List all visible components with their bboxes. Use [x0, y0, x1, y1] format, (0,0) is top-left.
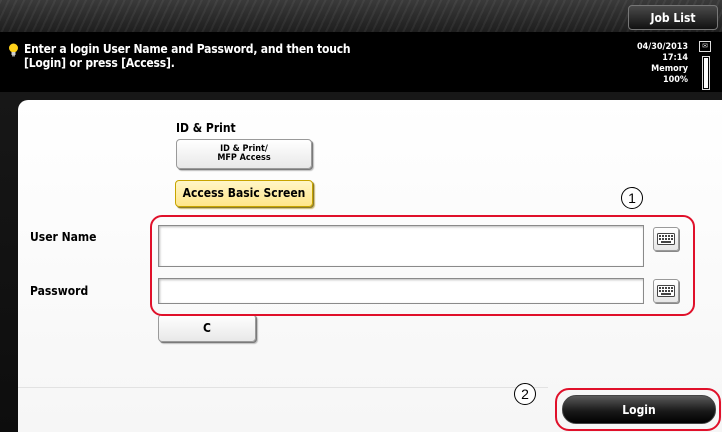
- top-bar: [0, 0, 722, 32]
- memory-percent: 100%: [662, 75, 688, 85]
- id-print-button-line-2: MFP Access: [217, 153, 271, 163]
- callout-1: 1: [621, 187, 643, 209]
- status-readout: 04/30/2013 17:14 Memory 100%: [630, 42, 688, 86]
- inbox-status-icon: ✉: [699, 41, 711, 52]
- callout-2: 2: [514, 383, 536, 405]
- job-list-button[interactable]: Job List: [628, 5, 718, 30]
- mfp-control-panel-screen: Job List Enter a login User Name and Pas…: [0, 0, 722, 432]
- instruction-message: Enter a login User Name and Password, an…: [24, 42, 464, 70]
- auth-section-label: ID & Print: [176, 121, 236, 135]
- memory-gauge-fill: [704, 58, 708, 88]
- instruction-line-2: [Login] or press [Access].: [24, 56, 175, 70]
- login-highlight: [555, 388, 721, 431]
- access-basic-screen-button[interactable]: Access Basic Screen: [175, 180, 313, 207]
- memory-gauge: [702, 56, 710, 90]
- status-date: 04/30/2013: [637, 42, 688, 52]
- divider: [18, 387, 548, 388]
- clear-button[interactable]: C: [158, 314, 256, 342]
- credentials-highlight: [150, 215, 695, 316]
- instruction-line-1: Enter a login User Name and Password, an…: [24, 42, 351, 56]
- id-print-mfp-access-button[interactable]: ID & Print/ MFP Access: [176, 139, 312, 169]
- memory-label: Memory: [651, 64, 688, 74]
- lightbulb-icon: [9, 43, 18, 57]
- status-time: 17:14: [662, 53, 688, 63]
- user-name-label: User Name: [30, 230, 97, 244]
- password-label: Password: [30, 284, 89, 298]
